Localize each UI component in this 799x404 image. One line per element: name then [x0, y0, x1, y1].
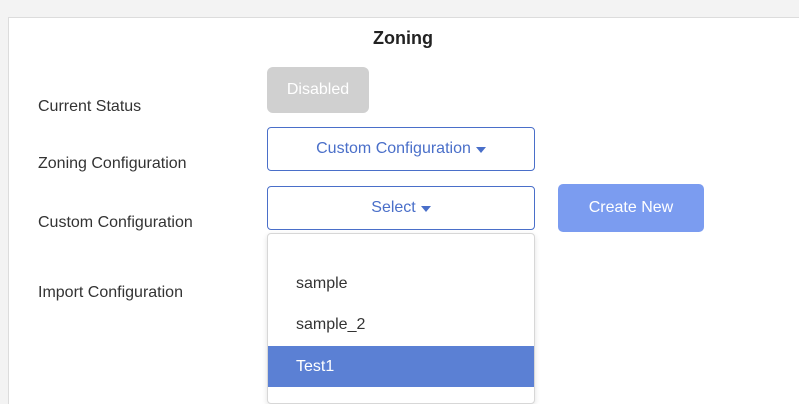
- create-new-button[interactable]: Create New: [558, 184, 704, 232]
- status-badge: Disabled: [267, 67, 369, 113]
- zoning-configuration-dropdown[interactable]: Custom Configuration: [267, 127, 535, 171]
- custom-configuration-menu: sample sample_2 Test1: [267, 233, 535, 404]
- current-status-label: Current Status: [38, 98, 142, 115]
- caret-down-icon: [420, 205, 431, 212]
- custom-configuration-value: Select: [371, 199, 416, 216]
- menu-item-sample-2[interactable]: sample_2: [268, 304, 534, 345]
- zoning-configuration-label: Zoning Configuration: [38, 155, 187, 172]
- zoning-configuration-value: Custom Configuration: [316, 140, 471, 157]
- panel-title: Zoning: [373, 28, 433, 48]
- menu-item-sample[interactable]: sample: [268, 263, 534, 304]
- caret-down-icon: [475, 146, 486, 153]
- menu-item-test1[interactable]: Test1: [268, 346, 534, 387]
- custom-configuration-label: Custom Configuration: [38, 214, 193, 231]
- import-configuration-label: Import Configuration: [38, 284, 183, 301]
- custom-configuration-dropdown[interactable]: Select: [267, 186, 535, 230]
